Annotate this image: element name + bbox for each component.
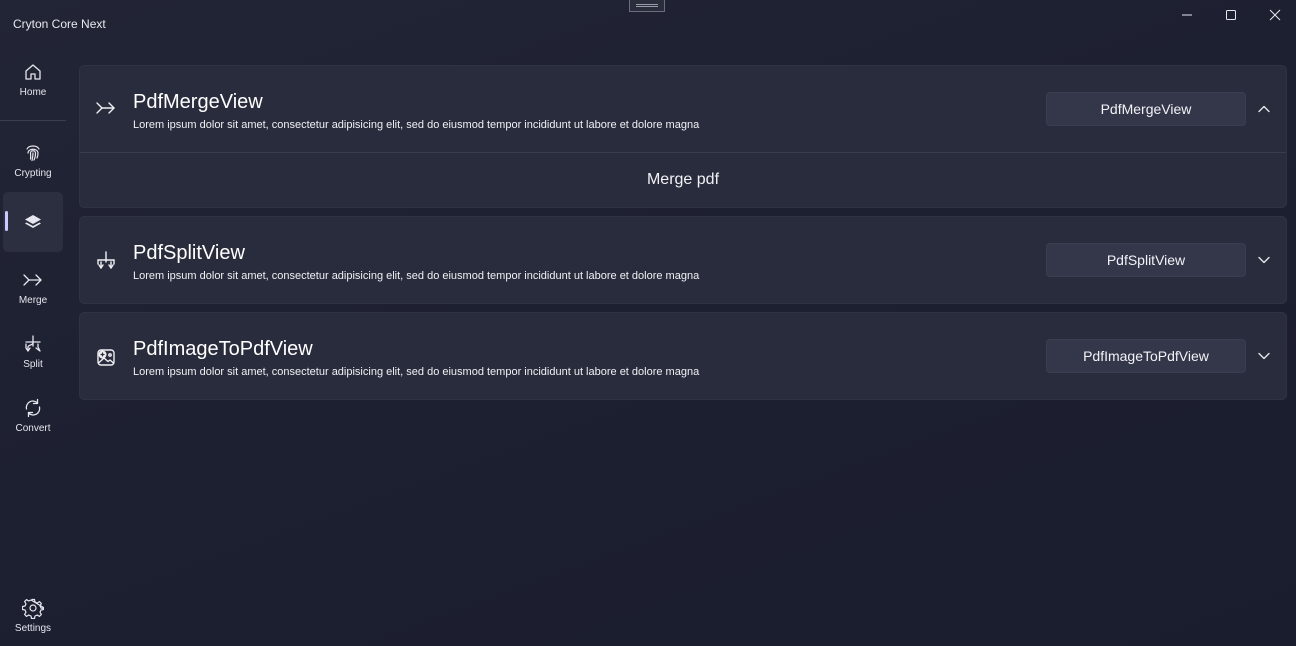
active-indicator [5,211,8,231]
merge-icon [21,268,45,292]
maximize-button[interactable] [1208,0,1254,30]
close-button[interactable] [1252,0,1296,30]
title-bar[interactable]: Cryton Core Next [0,0,1296,46]
card-description: Lorem ipsum dolor sit amet, consectetur … [133,270,700,282]
card-description: Lorem ipsum dolor sit amet, consectetur … [133,366,700,378]
card-content: Merge pdf [80,152,1286,207]
nav-item-label: Merge [18,295,48,306]
split-icon [21,332,45,356]
nav-item-label: Crypting [14,168,52,179]
nav-item-split[interactable]: Split [3,322,63,382]
chevron-up-icon[interactable] [1254,99,1274,119]
nav-rail: Home Crypting Merge Split Convert Settin… [0,46,66,646]
image-to-pdf-icon [94,345,118,369]
card-title: PdfMergeView [133,91,263,113]
nav-item-merge[interactable]: Merge [3,258,63,318]
card-pdf-merge: PdfMergeView Lorem ipsum dolor sit amet,… [79,65,1287,208]
card-title: PdfImageToPdfView [133,338,313,360]
card-title: PdfSplitView [133,242,245,264]
minimize-button[interactable] [1164,0,1210,30]
card-header[interactable]: PdfImageToPdfView Lorem ipsum dolor sit … [80,313,1286,399]
pdf-image-to-pdf-view-button[interactable]: PdfImageToPdfView [1046,339,1246,373]
pdf-merge-view-button[interactable]: PdfMergeView [1046,92,1246,126]
pdf-split-view-button[interactable]: PdfSplitView [1046,243,1246,277]
nav-item-settings[interactable]: Settings [3,586,63,646]
drag-handle[interactable] [629,0,665,12]
card-description: Lorem ipsum dolor sit amet, consectetur … [133,119,700,131]
minimize-icon [1181,9,1193,21]
card-pdf-split: PdfSplitView Lorem ipsum dolor sit amet,… [79,216,1287,304]
merge-icon [94,96,118,120]
nav-item-layers[interactable] [3,192,63,252]
fingerprint-icon [21,141,45,165]
app-title: Cryton Core Next [13,17,106,31]
nav-item-label: Convert [15,423,51,434]
card-header[interactable]: PdfSplitView Lorem ipsum dolor sit amet,… [80,217,1286,303]
nav-item-crypting[interactable]: Crypting [3,131,63,191]
maximize-icon [1225,9,1237,21]
nav-item-convert[interactable]: Convert [3,386,63,446]
nav-item-label: Home [19,87,47,98]
settings-icon [21,596,45,620]
card-pdf-image-to-pdf: PdfImageToPdfView Lorem ipsum dolor sit … [79,312,1287,400]
close-icon [1269,9,1281,21]
chevron-down-icon[interactable] [1254,346,1274,366]
layers-icon [21,210,45,234]
chevron-down-icon[interactable] [1254,250,1274,270]
home-icon [21,60,45,84]
card-header[interactable]: PdfMergeView Lorem ipsum dolor sit amet,… [80,66,1286,152]
split-icon [94,249,118,273]
nav-item-home[interactable]: Home [3,50,63,110]
nav-item-label: Split [23,359,43,370]
nav-item-label: Settings [14,623,52,634]
merge-pdf-label: Merge pdf [646,171,720,188]
convert-icon [21,396,45,420]
nav-divider [0,120,66,121]
